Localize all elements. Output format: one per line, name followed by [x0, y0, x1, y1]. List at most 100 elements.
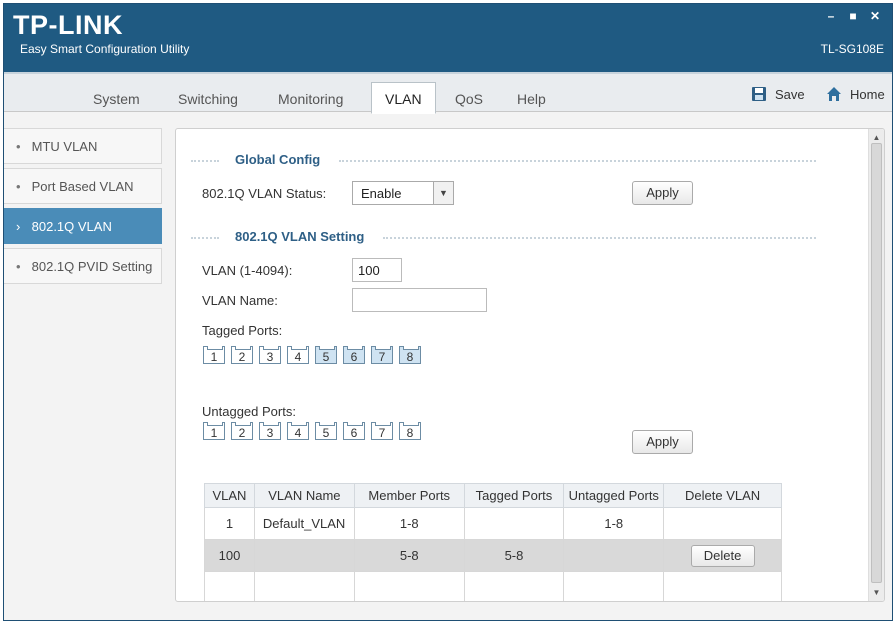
global-config-header: Global Config	[191, 152, 816, 168]
scroll-down-arrow-icon[interactable]: ▼	[870, 586, 883, 599]
maximize-button[interactable]: ■	[844, 8, 862, 24]
untagged-port-2[interactable]: 2	[231, 422, 253, 440]
vlan-id-input[interactable]: 100	[352, 258, 402, 282]
bullet-icon: •	[16, 139, 21, 154]
bullet-icon: •	[16, 179, 21, 194]
table-row[interactable]: 1 Default_VLAN 1-8 1-8	[204, 507, 782, 540]
vlan-name-cell: Default_VLAN	[253, 507, 355, 540]
member-ports-cell: 5-8	[353, 539, 465, 572]
tagged-port-4[interactable]: 4	[287, 346, 309, 364]
global-apply-button[interactable]: Apply	[632, 181, 693, 205]
tab-qos[interactable]: QoS	[455, 91, 483, 107]
member-ports-cell: 1-8	[353, 507, 465, 540]
home-icon	[827, 87, 841, 101]
untagged-ports-cell	[563, 539, 665, 572]
tagged-ports-label: Tagged Ports:	[202, 323, 283, 338]
untagged-port-6[interactable]: 6	[343, 422, 365, 440]
tab-monitoring[interactable]: Monitoring	[278, 91, 343, 107]
column-header: Member Ports	[353, 483, 465, 508]
vlan-cell: 1	[204, 507, 255, 540]
sidebar-item-8021q-pvid-setting[interactable]: • 802.1Q PVID Setting	[4, 248, 162, 284]
tagged-port-5[interactable]: 5	[315, 346, 337, 364]
tagged-port-3[interactable]: 3	[259, 346, 281, 364]
table-row	[204, 571, 782, 601]
tagged-port-6[interactable]: 6	[343, 346, 365, 364]
vlan-name-label: VLAN Name:	[202, 293, 278, 308]
save-button[interactable]: Save	[751, 86, 805, 102]
delete-cell	[663, 571, 782, 601]
vertical-scrollbar[interactable]: ▲ ▼	[868, 129, 884, 601]
sidebar-item-mtu-vlan[interactable]: • MTU VLAN	[4, 128, 162, 164]
untagged-port-4[interactable]: 4	[287, 422, 309, 440]
sidebar-item-label: MTU VLAN	[31, 139, 98, 154]
content-panel: Global Config 802.1Q VLAN Status: Enable…	[175, 128, 885, 602]
vlan-name-cell	[253, 571, 355, 601]
scrollbar-thumb[interactable]	[871, 143, 882, 583]
title-bar: TP-LINK Easy Smart Configuration Utility…	[4, 4, 892, 72]
untagged-port-3[interactable]: 3	[259, 422, 281, 440]
sidebar-item-label: Port Based VLAN	[31, 179, 134, 194]
tp-link-logo: TP-LINK	[13, 10, 123, 40]
tagged-ports-cell	[463, 571, 565, 601]
home-label: Home	[850, 86, 885, 102]
sidebar-item-8021q-vlan[interactable]: › 802.1Q VLAN	[4, 208, 162, 244]
column-header: VLAN Name	[253, 483, 355, 508]
close-button[interactable]: ✕	[866, 8, 884, 24]
divider	[191, 237, 219, 239]
untagged-port-5[interactable]: 5	[315, 422, 337, 440]
minimize-button[interactable]: –	[822, 8, 840, 24]
tagged-port-1[interactable]: 1	[203, 346, 225, 364]
member-ports-cell	[353, 571, 465, 601]
untagged-ports-cell	[563, 571, 665, 601]
bullet-icon: •	[16, 259, 21, 274]
app-subtitle: Easy Smart Configuration Utility	[20, 42, 190, 56]
untagged-port-1[interactable]: 1	[203, 422, 225, 440]
column-header: Delete VLAN	[663, 483, 782, 508]
tab-vlan[interactable]: VLAN	[371, 82, 436, 114]
column-header: Tagged Ports	[463, 483, 565, 508]
floppy-disk-icon	[752, 87, 766, 101]
sidebar-item-label: 802.1Q PVID Setting	[31, 259, 153, 274]
tab-switching[interactable]: Switching	[178, 91, 238, 107]
untagged-port-8[interactable]: 8	[399, 422, 421, 440]
table-header-row: VLAN VLAN Name Member Ports Tagged Ports…	[204, 483, 782, 508]
vlan-apply-button[interactable]: Apply	[632, 430, 693, 454]
sidebar-item-label: 802.1Q VLAN	[31, 219, 112, 234]
section-title: Global Config	[235, 152, 321, 167]
column-header: Untagged Ports	[563, 483, 665, 508]
vlan-name-input[interactable]	[352, 288, 487, 312]
delete-cell	[663, 507, 782, 540]
tab-system[interactable]: System	[93, 91, 140, 107]
delete-vlan-button[interactable]: Delete	[690, 544, 755, 567]
divider	[339, 160, 816, 162]
vlan-status-value: Enable	[361, 186, 402, 201]
tab-help[interactable]: Help	[517, 91, 546, 107]
untagged-ports-group: 1 2 3 4 5 6 7 8	[203, 422, 421, 440]
save-label: Save	[775, 86, 805, 102]
table-row[interactable]: 100 5-8 5-8 Delete	[204, 539, 782, 572]
sidebar-item-port-based-vlan[interactable]: • Port Based VLAN	[4, 168, 162, 204]
tagged-port-7[interactable]: 7	[371, 346, 393, 364]
delete-cell: Delete	[663, 539, 782, 572]
app: TP-LINK Easy Smart Configuration Utility…	[0, 0, 893, 625]
untagged-port-7[interactable]: 7	[371, 422, 393, 440]
vlan-status-select[interactable]: Enable ▼	[352, 181, 454, 205]
tagged-port-8[interactable]: 8	[399, 346, 421, 364]
tagged-port-2[interactable]: 2	[231, 346, 253, 364]
column-header: VLAN	[204, 483, 255, 508]
main-tab-bar: System Switching Monitoring VLAN QoS Hel…	[4, 72, 892, 114]
chevron-right-icon: ›	[16, 219, 21, 234]
vlan-cell	[204, 571, 255, 601]
divider	[383, 237, 816, 239]
vlan-cell: 100	[204, 539, 255, 572]
untagged-ports-label: Untagged Ports:	[202, 404, 296, 419]
app-window: TP-LINK Easy Smart Configuration Utility…	[3, 3, 893, 621]
tagged-ports-cell	[463, 507, 565, 540]
vlan-id-label: VLAN (1-4094):	[202, 263, 293, 278]
home-button[interactable]: Home	[826, 86, 885, 102]
vlan-setting-header: 802.1Q VLAN Setting	[191, 229, 816, 245]
vlan-name-cell	[253, 539, 355, 572]
tagged-ports-cell: 5-8	[463, 539, 565, 572]
untagged-ports-cell: 1-8	[563, 507, 665, 540]
vlan-status-label: 802.1Q VLAN Status:	[202, 186, 327, 201]
